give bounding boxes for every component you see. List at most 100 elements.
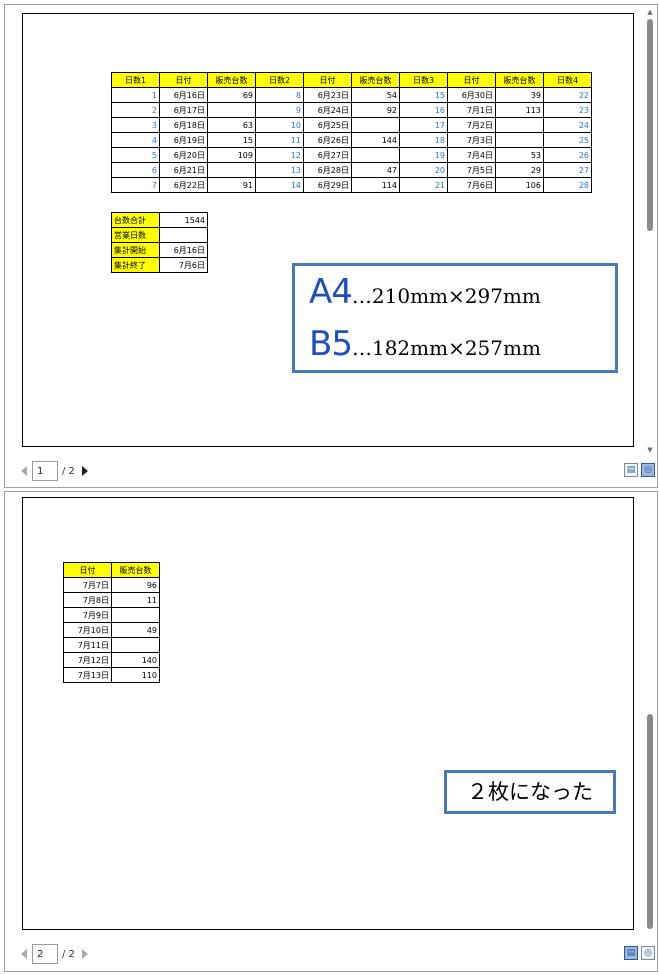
two-pages-text: ２枚になった [467, 780, 593, 804]
table-cell: 16 [399, 102, 448, 118]
next-page-icon[interactable] [81, 949, 88, 959]
table-cell: 109 [207, 147, 256, 163]
table-cell: 7月8日 [63, 592, 112, 608]
table-cell: 144 [351, 132, 400, 148]
page-total: / 2 [62, 465, 75, 477]
table-row: 2 6月17日 9 6月24日 92 16 7月1日 113 23 [111, 102, 592, 118]
table-row: 7月12日 140 [63, 652, 160, 668]
previous-page-icon[interactable] [21, 949, 27, 959]
table-cell: 7月11日 [63, 637, 112, 653]
view-buttons: ▤ ◎ [624, 463, 655, 477]
table-cell: 23 [543, 102, 592, 118]
table-cell: 7月5日 [447, 162, 496, 178]
header-cell: 販売台数 [111, 562, 160, 578]
table-cell: 28 [543, 177, 592, 193]
zoom-target-icon[interactable]: ◎ [641, 463, 655, 477]
b5-size-line: B5…182mm×257mm [309, 324, 541, 364]
table-cell: 7月10日 [63, 622, 112, 638]
scroll-up-icon[interactable]: ▲ [645, 7, 655, 17]
table-cell: 6月20日 [159, 147, 208, 163]
vertical-scrollbar[interactable] [645, 494, 655, 939]
print-preview-sheet-1: 日数1 日付 販売台数 日数2 日付 販売台数 日数3 日付 販売台数 日数4 … [22, 13, 634, 447]
table-row: 7月11日 [63, 637, 160, 653]
table-cell: 17 [399, 117, 448, 133]
table-cell: 140 [111, 652, 160, 668]
table-cell: 集計終了 [111, 257, 160, 273]
table-cell: 14 [255, 177, 304, 193]
header-cell: 日付 [63, 562, 112, 578]
table-cell: 5 [111, 147, 160, 163]
a4-dimensions: …210mm×297mm [351, 284, 541, 308]
page-number-input[interactable] [32, 944, 58, 964]
table-cell: 7月13日 [63, 667, 112, 683]
table-cell: 69 [207, 87, 256, 103]
table-cell [111, 607, 160, 623]
previous-page-icon[interactable] [21, 466, 27, 476]
table-row: 1 6月16日 69 8 6月23日 54 15 6月30日 39 22 [111, 87, 592, 103]
page-view-icon[interactable]: ▤ [624, 463, 638, 477]
scrollbar-thumb[interactable] [647, 19, 653, 231]
table-cell: 6月16日 [159, 242, 208, 258]
table-cell: 1 [111, 87, 160, 103]
table-cell: 27 [543, 162, 592, 178]
table-row: 台数合計 1544 [111, 212, 208, 228]
table-row: 集計終了 7月6日 [111, 257, 208, 273]
header-cell: 日付 [159, 72, 208, 88]
table-cell: 8 [255, 87, 304, 103]
table-row: 7月9日 [63, 607, 160, 623]
table-cell: 19 [399, 147, 448, 163]
table-cell: 7月1日 [447, 102, 496, 118]
table-cell: 110 [111, 667, 160, 683]
scrollbar-thumb[interactable] [647, 714, 653, 929]
view-buttons: ▤ ◎ [624, 946, 655, 960]
table-cell: 6月26日 [303, 132, 352, 148]
table-cell: 7月4日 [447, 147, 496, 163]
table-cell [495, 117, 544, 133]
sales-table: 日数1 日付 販売台数 日数2 日付 販売台数 日数3 日付 販売台数 日数4 … [111, 72, 592, 193]
header-cell: 日数1 [111, 72, 160, 88]
vertical-scrollbar[interactable]: ▲ ▼ [645, 7, 655, 455]
table-cell [351, 117, 400, 133]
table-cell [207, 162, 256, 178]
table-cell: 12 [255, 147, 304, 163]
table-row: 7月8日 11 [63, 592, 160, 608]
table-cell: 21 [399, 177, 448, 193]
table-cell: 13 [255, 162, 304, 178]
header-cell: 日数3 [399, 72, 448, 88]
table-cell: 22 [543, 87, 592, 103]
table-cell: 6月19日 [159, 132, 208, 148]
table-cell: 6月22日 [159, 177, 208, 193]
zoom-target-icon[interactable]: ◎ [641, 946, 655, 960]
table-cell: 15 [207, 132, 256, 148]
table-cell: 6月30日 [447, 87, 496, 103]
table-cell: 53 [495, 147, 544, 163]
table-cell: 台数合計 [111, 212, 160, 228]
page-number-input[interactable] [32, 461, 58, 481]
header-cell: 日数2 [255, 72, 304, 88]
table-cell: 54 [351, 87, 400, 103]
table-row: 7月13日 110 [63, 667, 160, 683]
preview-pane-1: 日数1 日付 販売台数 日数2 日付 販売台数 日数3 日付 販売台数 日数4 … [4, 4, 658, 488]
table-row: 5 6月20日 109 12 6月27日 19 7月4日 53 26 [111, 147, 592, 163]
table-cell: 2 [111, 102, 160, 118]
next-page-icon[interactable] [81, 466, 88, 476]
table-cell: 6月18日 [159, 117, 208, 133]
table-cell: 63 [207, 117, 256, 133]
scroll-down-icon[interactable]: ▼ [645, 445, 655, 455]
table-cell: 15 [399, 87, 448, 103]
table-cell: 47 [351, 162, 400, 178]
table-cell: 7月7日 [63, 577, 112, 593]
page-navigator: / 2 [21, 942, 88, 966]
table-cell: 113 [495, 102, 544, 118]
table-cell: 114 [351, 177, 400, 193]
table-cell: 3 [111, 117, 160, 133]
table-cell: 39 [495, 87, 544, 103]
table-cell [111, 637, 160, 653]
b5-label: B5 [309, 324, 353, 364]
page-view-icon[interactable]: ▤ [624, 946, 638, 960]
page-total: / 2 [62, 948, 75, 960]
table-cell: 7月12日 [63, 652, 112, 668]
table-cell: 49 [111, 622, 160, 638]
header-cell: 日付 [447, 72, 496, 88]
table-cell [495, 132, 544, 148]
